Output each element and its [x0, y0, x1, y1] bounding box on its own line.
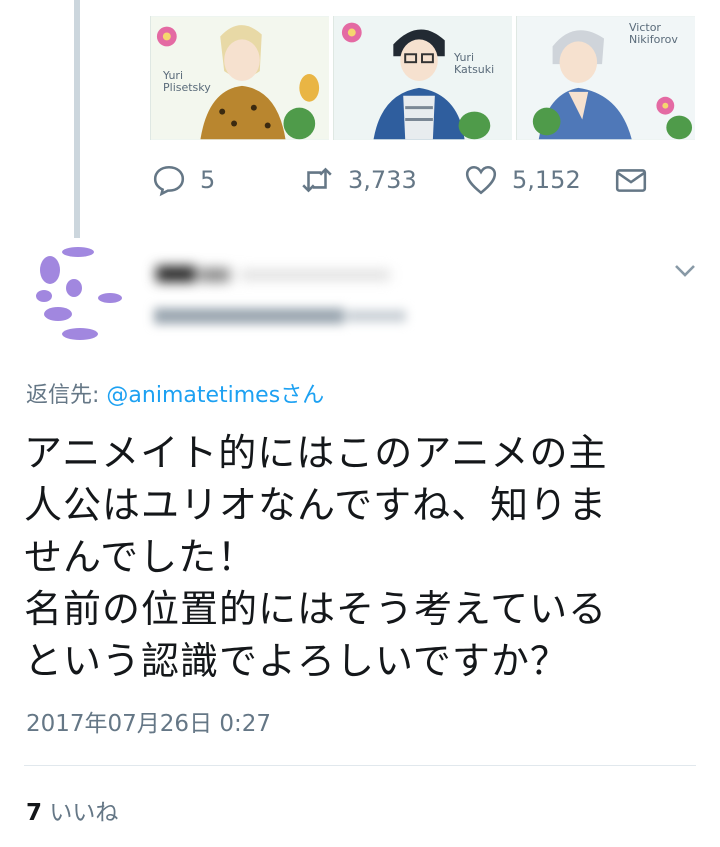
card-name-last: Plisetsky — [163, 81, 211, 94]
tweet-text-line: アニメイト的にはこのアニメの主 — [24, 431, 608, 475]
tweet-text-line: せんでした！ — [24, 535, 257, 579]
likes-summary[interactable]: 7 いいね — [26, 793, 118, 827]
reply-to-handle-link[interactable]: @animatetimes — [106, 383, 280, 408]
likes-count: 7 — [26, 800, 43, 826]
reply-to-label: 返信先: — [26, 383, 107, 408]
retweet-count: 3,733 — [348, 166, 417, 194]
card-name-last: Nikiforov — [629, 33, 678, 46]
heart-icon — [465, 165, 497, 195]
tweet-text-line: 人公はユリオなんですね、知りま — [24, 483, 608, 527]
divider — [24, 765, 696, 766]
direct-message-button[interactable] — [614, 163, 648, 197]
tweet-action-bar: 5 3,733 5,152 — [152, 160, 648, 200]
like-count: 5,152 — [512, 166, 581, 194]
redacted-username[interactable] — [150, 300, 420, 330]
media-card-yuri-plisetsky[interactable]: Yuri Plisetsky — [150, 16, 329, 140]
media-card-yuri-katsuki[interactable]: Yuri Katsuki — [333, 16, 512, 140]
media-card-victor-nikiforov[interactable]: Victor Nikiforov — [516, 16, 695, 140]
envelope-icon — [615, 169, 647, 192]
thread-line — [74, 0, 80, 238]
reply-to-line: 返信先: @animatetimesさん — [26, 377, 324, 409]
reply-to-suffix: さん — [280, 383, 325, 408]
reply-button[interactable]: 5 — [152, 163, 300, 197]
reply-icon — [153, 165, 185, 197]
like-button[interactable]: 5,152 — [464, 163, 614, 197]
card-name-last: Katsuki — [454, 63, 495, 76]
retweet-icon — [302, 167, 332, 193]
tweet-text-line: という認識でよろしいですか？ — [24, 639, 569, 683]
reply-count: 5 — [200, 166, 216, 194]
likes-label: いいね — [42, 800, 119, 826]
avatar[interactable] — [28, 240, 128, 344]
tweet-text: アニメイト的にはこのアニメの主 人公はユリオなんですね、知りま せんでした！ 名… — [24, 427, 704, 687]
character-illustration — [334, 16, 512, 140]
retweet-button[interactable]: 3,733 — [300, 163, 464, 197]
tweet-timestamp[interactable]: 2017年07月26日 0:27 — [26, 704, 271, 738]
media-strip[interactable]: Yuri Plisetsky Yuri Katsuki Victor Nikif… — [150, 16, 695, 140]
chevron-down-icon[interactable] — [672, 260, 698, 280]
tweet-text-line: 名前の位置的にはそう考えている — [24, 587, 608, 631]
redacted-display-name[interactable] — [150, 258, 410, 288]
